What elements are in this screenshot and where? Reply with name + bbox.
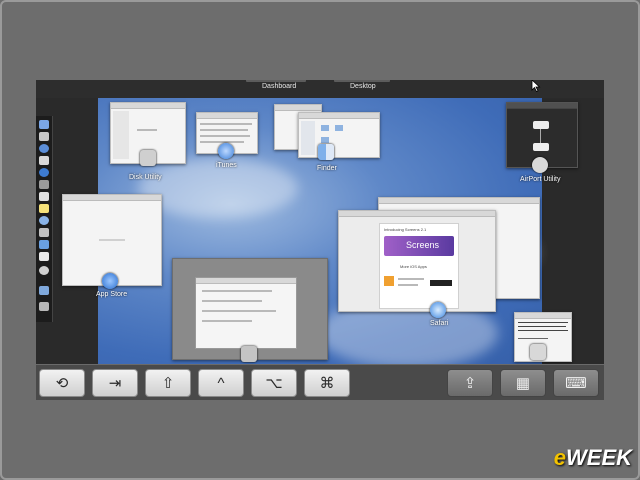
app-store-window[interactable] [62, 194, 162, 286]
disk-utility-label[interactable]: Disk Utility [129, 174, 162, 181]
dock-airport-icon[interactable] [39, 240, 49, 249]
modifier-key-toolbar: ⟲ ⇥ ⇧ ^ ⌥ ⌘ ⇪ ▦ ⌨ [36, 364, 604, 400]
dock-settings-icon[interactable] [39, 228, 49, 237]
dock-textedit-icon[interactable] [39, 192, 49, 201]
dock-preview-icon[interactable] [39, 180, 49, 189]
dock-itunes-icon[interactable] [39, 216, 49, 225]
dock [36, 116, 53, 322]
dock-appstore-icon[interactable] [39, 168, 49, 177]
finder-label[interactable]: Finder [317, 165, 337, 172]
safari-icon [430, 302, 446, 318]
dock-safari-icon[interactable] [39, 144, 49, 153]
dock-mail-icon[interactable] [39, 156, 49, 165]
dock-document-icon[interactable] [39, 252, 49, 261]
safari-page-section: More iOS Apps [400, 264, 427, 269]
mission-control-bar: Dashboard Desktop [36, 80, 604, 98]
safari-page-headline: Introducing Screens 2.1 [384, 227, 427, 232]
finder-icon [318, 144, 334, 160]
itunes-label[interactable]: iTunes [216, 162, 237, 169]
dock-dashboard-icon[interactable] [39, 132, 49, 141]
preview-icon [241, 346, 257, 362]
desktop-thumbnail[interactable] [334, 80, 390, 82]
dashboard-label[interactable]: Dashboard [262, 83, 296, 90]
control-key-button[interactable]: ^ [198, 369, 244, 397]
mouse-cursor-icon [531, 80, 541, 92]
dock-disk-icon[interactable] [39, 266, 49, 275]
dock-folder-icon[interactable] [39, 286, 49, 295]
textedit-icon [530, 344, 546, 360]
app-store-icon [102, 273, 118, 289]
desktop-label[interactable]: Desktop [350, 83, 376, 90]
shift-key-button[interactable]: ⇧ [145, 369, 191, 397]
tab-key-button[interactable]: ⇥ [92, 369, 138, 397]
safari-label[interactable]: Safari [430, 320, 448, 327]
airport-utility-icon [532, 157, 548, 173]
disk-utility-icon [140, 150, 156, 166]
keyboard-toggle-button[interactable]: ▦ [500, 369, 546, 397]
safari-page-product: Screens [406, 240, 440, 250]
eweek-logo: eWEEK [553, 445, 632, 470]
escape-key-button[interactable]: ⟲ [39, 369, 85, 397]
keyboard-show-button[interactable]: ⌨ [553, 369, 599, 397]
app-store-label[interactable]: App Store [96, 291, 127, 298]
dashboard-thumbnail[interactable] [246, 80, 306, 82]
settings-window[interactable] [172, 258, 328, 360]
option-key-button[interactable]: ⌥ [251, 369, 297, 397]
dock-trash-icon[interactable] [39, 302, 49, 311]
share-button[interactable]: ⇪ [447, 369, 493, 397]
itunes-icon [218, 143, 234, 159]
remote-screen: Dashboard Desktop Disk Utility iTunes Fi… [36, 80, 604, 400]
dock-notes-icon[interactable] [39, 204, 49, 213]
safari-window[interactable]: Introducing Screens 2.1 Screens More iOS… [338, 210, 496, 312]
finder-window[interactable] [298, 112, 380, 158]
command-key-button[interactable]: ⌘ [304, 369, 350, 397]
dock-finder-icon[interactable] [39, 120, 49, 129]
airport-utility-label[interactable]: AirPort Utility [520, 176, 560, 183]
